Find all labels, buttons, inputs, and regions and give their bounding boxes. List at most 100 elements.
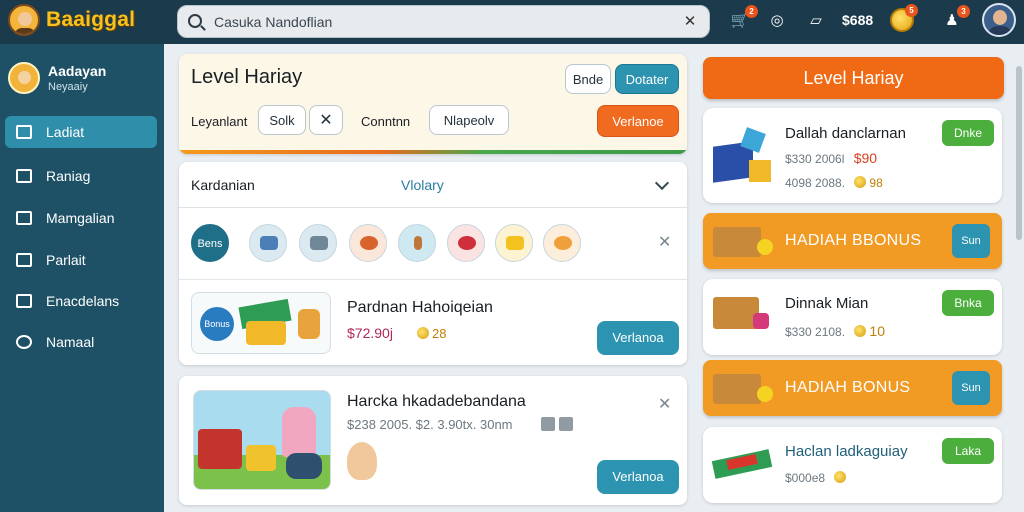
sidebar-item-enacdelans[interactable]: Enacdelans — [5, 285, 157, 317]
bag-icon[interactable] — [299, 224, 337, 262]
badge-icon[interactable] — [447, 224, 485, 262]
reward-action-button[interactable]: Verlanoa — [597, 460, 679, 494]
bonus-text: HADIAH BONUS — [785, 379, 911, 396]
settings-icon — [16, 335, 32, 349]
sidebar-item-mamgalian[interactable]: Mamgalian — [5, 202, 157, 234]
close-icon[interactable]: ✕ — [309, 105, 343, 135]
sidebar-item-label: Namaal — [46, 334, 95, 350]
bonus-action-button[interactable]: Sun — [952, 371, 990, 405]
profile-subtitle: Neyaaiy — [48, 81, 88, 93]
level-card: Level Hariay Bnde Dotater Leyanlant Solk… — [179, 54, 687, 154]
character — [282, 407, 316, 457]
deal-meta-2: 4098 2088. 98 — [785, 176, 883, 190]
search-input[interactable] — [214, 10, 654, 34]
home-icon — [16, 211, 32, 225]
coin-icon[interactable]: 5 — [890, 4, 918, 32]
deal-title: Haclan ladkaguiay — [785, 443, 908, 460]
deal-image — [713, 127, 771, 186]
target-icon[interactable]: ◎ — [765, 9, 789, 33]
brand-name: Baaiggal — [46, 8, 136, 31]
brand[interactable]: Baaiggal — [8, 4, 135, 36]
notification-icon[interactable]: ♟ 3 — [940, 5, 970, 33]
screen-icon — [16, 253, 32, 267]
divider — [179, 279, 687, 280]
market-stall — [198, 429, 242, 469]
bookmark-icon[interactable]: ▱ — [804, 9, 828, 33]
pet-icon[interactable] — [543, 224, 581, 262]
deal-action-button[interactable]: Dnke — [942, 120, 994, 146]
category-label: Kardanian — [191, 177, 255, 193]
sidebar-item-ladiat[interactable]: Ladiat — [5, 116, 157, 148]
top-bar: Baaiggal ✕ 🛒 2 ◎ ▱ $688 5 ♟ 3 — [0, 0, 1024, 44]
reward-title: Harcka hkadadebandana — [347, 393, 526, 410]
sidebar-item-label: Enacdelans — [46, 293, 120, 309]
brand-logo — [8, 4, 40, 36]
bonus-card: HADIAH BONUS Sun — [703, 360, 1002, 416]
secondary-button[interactable]: Bnde — [565, 64, 611, 94]
tool-icon[interactable] — [249, 224, 287, 262]
star-icon[interactable] — [495, 224, 533, 262]
lock-icon[interactable] — [559, 417, 573, 431]
deal-image — [711, 445, 773, 485]
search-bar[interactable]: ✕ — [177, 5, 710, 38]
grid-icon — [16, 125, 32, 139]
bonus-action-button[interactable]: Sun — [952, 224, 990, 258]
avatar[interactable] — [982, 3, 1016, 37]
profile[interactable]: Aadayan Neyaaiy — [8, 62, 106, 94]
filter2-label: Conntnn — [361, 114, 411, 129]
notification-badge: 3 — [957, 5, 970, 18]
stat-text: $688 — [842, 12, 874, 28]
deal-title: Dinnak Mian — [785, 295, 869, 312]
cart-wheel — [286, 453, 322, 479]
profile-avatar — [8, 62, 40, 94]
gift-box — [246, 321, 286, 345]
close-icon[interactable]: ✕ — [681, 13, 699, 31]
product-title: Pardnan Hahoiqeian — [347, 299, 493, 316]
primary-button[interactable]: Dotater — [615, 64, 679, 94]
close-icon[interactable]: ✕ — [658, 394, 671, 414]
cart-badge: 2 — [745, 5, 758, 18]
coin-icon — [854, 176, 867, 188]
reward-meta: $238 2005. $2. 3.90tx. 30nm — [347, 417, 513, 432]
category-card: Kardanian Vlolary Bens ✕ Bonus Pardnan H… — [179, 162, 687, 365]
profile-name: Aadayan — [48, 63, 107, 79]
bonus-badge: Bonus — [200, 307, 234, 341]
category-dropdown[interactable]: Kardanian Vlolary — [179, 162, 687, 208]
deal-title: Dallah danclarnan — [785, 125, 906, 142]
right-panel-title[interactable]: Level Hariay — [703, 57, 1004, 99]
sidebar-item-parlait[interactable]: Parlait — [5, 244, 157, 276]
deal-action-button[interactable]: Bnka — [942, 290, 994, 316]
filter1-select[interactable]: Solk — [258, 105, 306, 135]
product-price: $72.90j — [347, 325, 393, 341]
sidebar-item-raniag[interactable]: Raniag — [5, 160, 157, 192]
cart-icon[interactable]: 🛒 2 — [728, 5, 758, 33]
deal-action-button[interactable]: Laka — [942, 438, 994, 464]
sidebar-item-label: Raniag — [46, 168, 91, 184]
product-action-button[interactable]: Verlanoa — [597, 321, 679, 355]
coin-icon — [834, 471, 847, 483]
stick-icon[interactable] — [398, 224, 436, 262]
deal-image — [713, 293, 771, 333]
product-coins: 28 — [417, 326, 446, 341]
search-icon — [188, 14, 202, 28]
bag-icon — [16, 294, 32, 308]
sidebar-item-namaal[interactable]: Namaal — [5, 326, 157, 358]
deal-meta: $330 2006l $90 — [785, 150, 878, 166]
coin-icon — [417, 327, 429, 339]
fruit-icon[interactable] — [349, 224, 387, 262]
copy-icon[interactable] — [541, 417, 555, 431]
chip-selected[interactable]: Bens — [191, 224, 229, 262]
reward-image[interactable] — [193, 390, 331, 490]
deal-card: Dinnak Mian $330 2108. 10 Bnka — [703, 279, 1002, 355]
product-image[interactable]: Bonus — [191, 292, 331, 354]
filter2-select[interactable]: Nlapeolv — [429, 105, 509, 135]
filter1-label: Leyanlant — [191, 114, 248, 129]
bonus-basket — [713, 221, 773, 261]
scrollbar[interactable] — [1016, 66, 1022, 240]
mascot-icon — [347, 442, 377, 480]
category-value: Vlolary — [401, 177, 444, 193]
deal-card: Haclan ladkaguiay $000e8 Laka — [703, 427, 1002, 503]
cta-button[interactable]: Verlanoe — [597, 105, 679, 137]
list-icon — [16, 169, 32, 183]
close-icon[interactable]: ✕ — [658, 232, 671, 252]
